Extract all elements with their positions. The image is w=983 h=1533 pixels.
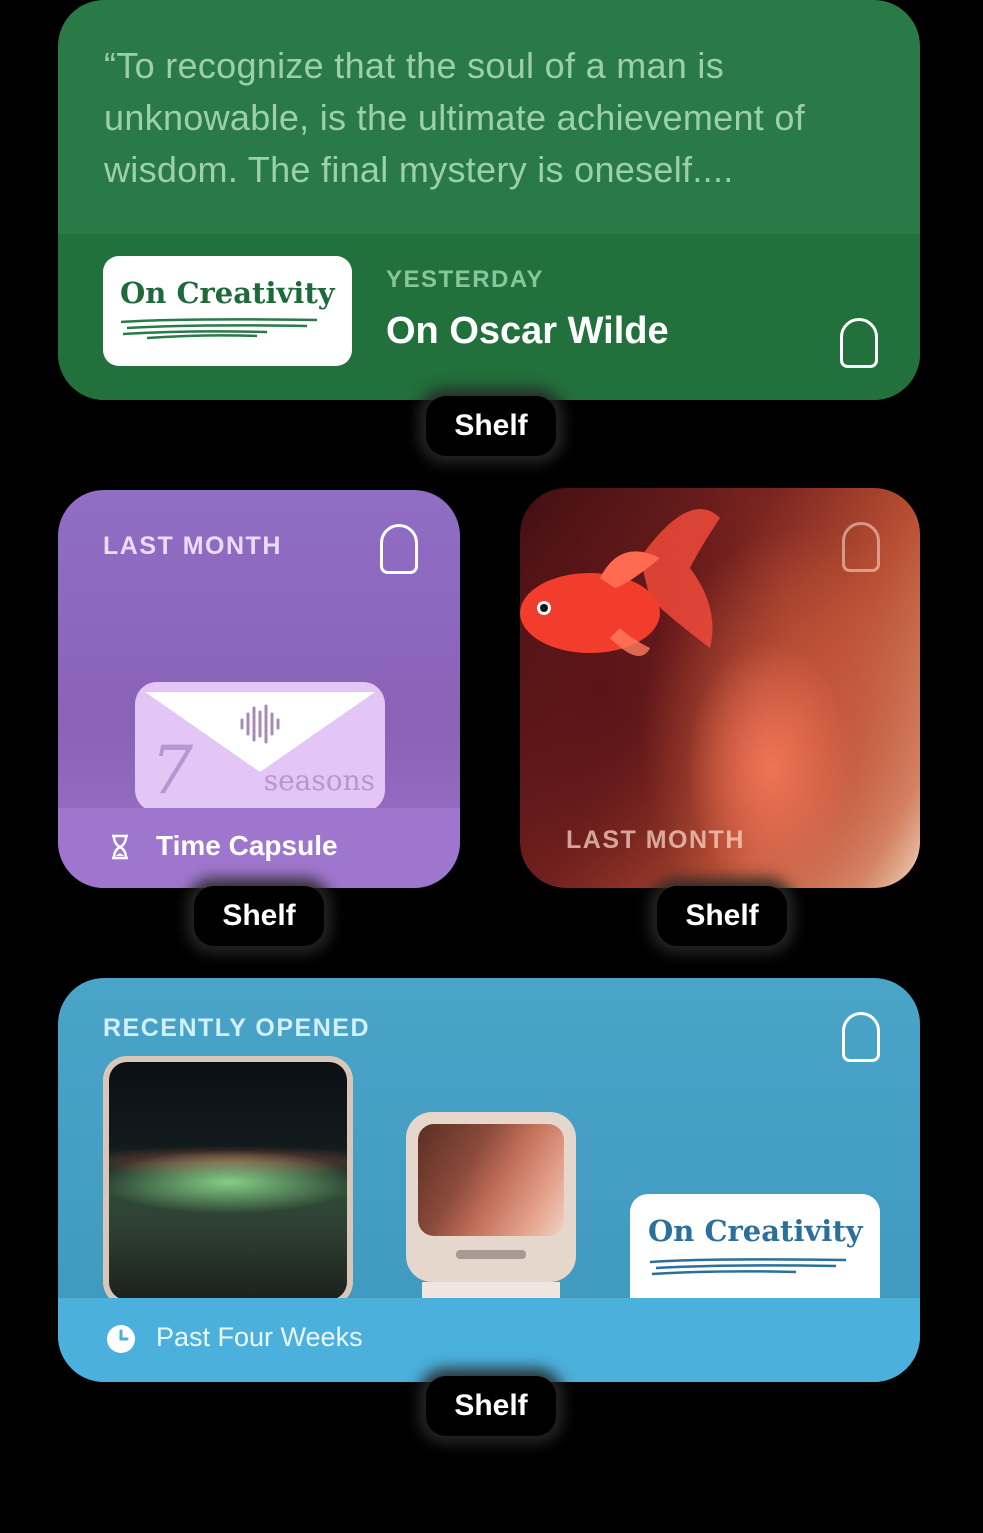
quote-text: “To recognize that the soul of a man is … bbox=[104, 45, 805, 190]
entry-date: YESTERDAY bbox=[386, 266, 544, 293]
shelf-icon bbox=[842, 522, 880, 572]
card-title: On Creativity bbox=[648, 1214, 863, 1248]
tv-body bbox=[406, 1112, 576, 1282]
shelf-icon bbox=[842, 1012, 880, 1062]
envelope-word: seasons bbox=[263, 764, 375, 797]
clock-icon bbox=[107, 1325, 135, 1353]
shelf-label: Shelf bbox=[426, 396, 556, 456]
shelf-label: Shelf bbox=[194, 886, 324, 946]
tv-screen-image bbox=[418, 1124, 564, 1236]
shelf-icon bbox=[380, 524, 418, 574]
thumbnail-title: On Creativity bbox=[120, 276, 335, 310]
shelf-label: Shelf bbox=[657, 886, 787, 946]
envelope-illustration: 7 seasons bbox=[135, 682, 385, 812]
quote-widget[interactable]: “To recognize that the soul of a man is … bbox=[58, 0, 920, 400]
period-label: LAST MONTH bbox=[103, 532, 282, 560]
recent-footer: Past Four Weeks bbox=[58, 1298, 920, 1382]
footer-label: Time Capsule bbox=[156, 830, 338, 861]
time-capsule-widget[interactable]: LAST MONTH 7 seasons Time Capsule bbox=[58, 490, 460, 888]
shelf-label: Shelf bbox=[426, 1376, 556, 1436]
audio-wave-icon bbox=[240, 704, 280, 744]
period-label: LAST MONTH bbox=[566, 826, 745, 854]
tv-slot bbox=[456, 1250, 526, 1259]
goldfish-image bbox=[520, 509, 720, 656]
envelope-number: 7 bbox=[151, 732, 193, 809]
recent-item-tv-card[interactable] bbox=[406, 1112, 576, 1302]
scribble-decoration bbox=[649, 1258, 847, 1276]
recently-opened-widget[interactable]: RECENTLY OPENED On Creativity Past Four … bbox=[58, 978, 920, 1382]
entry-title: On Oscar Wilde bbox=[386, 310, 669, 352]
recent-header: RECENTLY OPENED bbox=[103, 1014, 371, 1042]
recent-item-aurora-photo[interactable] bbox=[103, 1056, 353, 1306]
on-creativity-thumbnail: On Creativity bbox=[103, 256, 352, 366]
footer-label: Past Four Weeks bbox=[156, 1322, 363, 1352]
photo-widget[interactable]: LAST MONTH bbox=[520, 488, 920, 888]
capsule-footer: Time Capsule bbox=[58, 808, 460, 888]
quote-widget-footer: On Creativity YESTERDAY On Oscar Wilde bbox=[58, 234, 920, 400]
shelf-icon bbox=[840, 318, 878, 368]
aurora-image bbox=[109, 1062, 347, 1300]
hourglass-icon bbox=[112, 834, 128, 860]
scribble-decoration bbox=[120, 318, 318, 340]
